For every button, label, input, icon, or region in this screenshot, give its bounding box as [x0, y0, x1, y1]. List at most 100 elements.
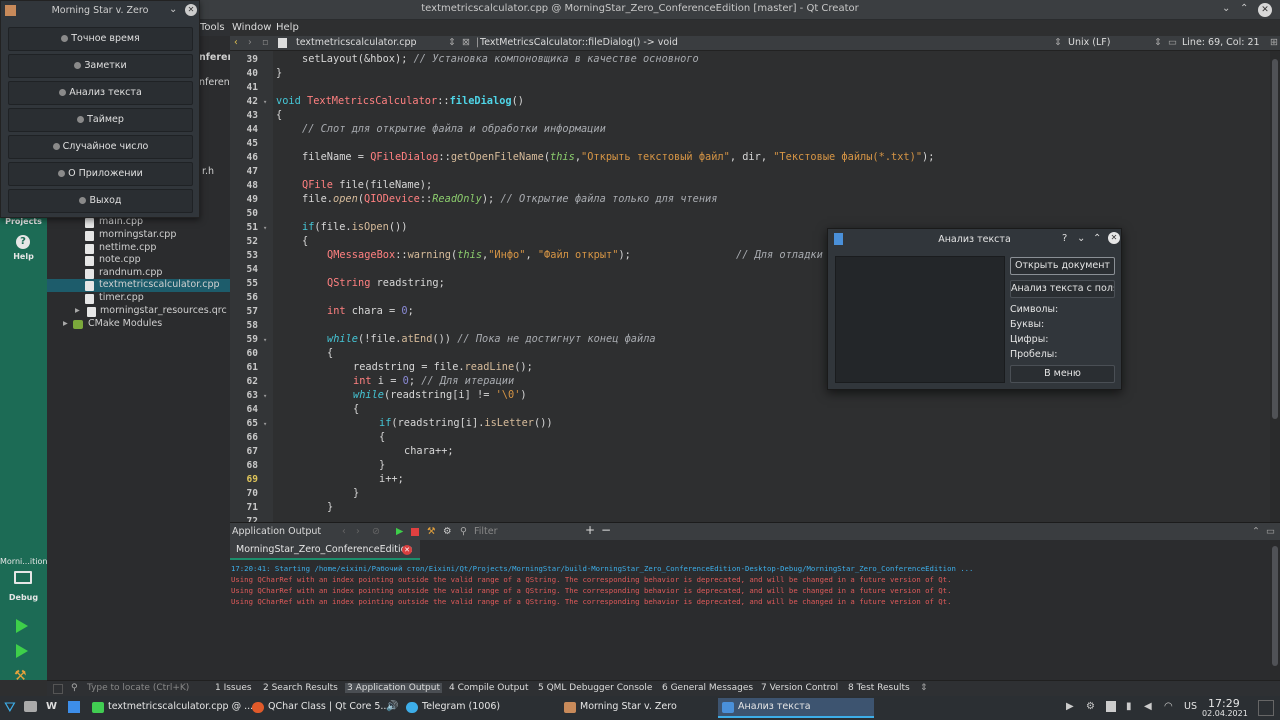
output-tab[interactable]: MorningStar_Zero_ConferenceEdition ✕ — [230, 540, 420, 560]
minimize-icon[interactable]: ⌄ — [169, 4, 177, 15]
tree-partial-1[interactable]: nferenceE — [199, 52, 253, 65]
help-icon[interactable]: ? — [16, 235, 30, 249]
text-analysis-button[interactable]: Анализ текста — [8, 81, 193, 105]
next-icon[interactable]: › — [356, 526, 360, 537]
menu-tools[interactable]: Tools — [200, 22, 225, 33]
tree-cmake-row[interactable]: ▸ CMake Modules — [47, 318, 230, 331]
zoom-out-icon[interactable]: − — [601, 523, 611, 537]
task-qt-docs[interactable]: QChar Class | Qt Core 5.... — [248, 698, 392, 718]
line-ending-dropdown-icon[interactable]: ⇕ — [1154, 37, 1162, 48]
settings-icon[interactable]: ⚙ — [443, 526, 452, 537]
close-pane-icon[interactable]: ▭ — [1266, 526, 1275, 537]
file-selector[interactable]: textmetricscalculator.cpp — [296, 37, 417, 48]
analyze-text-button[interactable]: Анализ текста с поля — [1010, 280, 1115, 298]
minimize-icon[interactable]: ⌄ — [1222, 3, 1230, 14]
scrollbar-thumb[interactable] — [1272, 546, 1278, 666]
exit-button[interactable]: Выход — [8, 189, 193, 213]
clock-date[interactable]: 02.04.2021 — [1202, 709, 1248, 718]
status-tab-test-results[interactable]: 8 Test Results — [848, 683, 910, 693]
task-telegram[interactable]: Telegram (1006) — [402, 698, 558, 718]
file-dropdown-icon[interactable]: ⇕ — [448, 37, 456, 48]
build-icon[interactable]: ⚒ — [14, 668, 30, 684]
status-tab-search-results[interactable]: 2 Search Results — [263, 683, 338, 693]
tree-partial-2[interactable]: nferenceEd — [199, 77, 253, 90]
minimize-icon[interactable]: ⌄ — [1077, 233, 1085, 244]
prev-icon[interactable]: ‹ — [342, 526, 346, 537]
exact-time-button[interactable]: Точное время — [8, 27, 193, 51]
maximize-pane-icon[interactable]: ⌃ — [1252, 526, 1260, 537]
output-scrollbar[interactable] — [1270, 540, 1280, 680]
menu-window[interactable]: Window — [232, 22, 271, 33]
menu-help[interactable]: Help — [276, 22, 299, 33]
maximize-icon[interactable]: ⌃ — [1093, 233, 1101, 244]
vscode-icon[interactable] — [68, 701, 80, 713]
keyboard-layout[interactable]: US — [1184, 701, 1197, 712]
monitor-icon[interactable] — [14, 571, 32, 584]
status-tab-issues[interactable]: 1 Issues — [215, 683, 252, 693]
tree-resources-row[interactable]: ▸ morningstar_resources.qrc — [47, 305, 230, 318]
zoom-in-icon[interactable]: + — [585, 523, 595, 537]
scrollbar-thumb[interactable] — [1272, 59, 1278, 419]
symbol-dropdown-icon[interactable]: ⇕ — [1054, 37, 1062, 48]
kit-name[interactable]: Morni...ition — [0, 557, 47, 566]
split-editor-icon[interactable]: ⊞ — [1270, 37, 1278, 48]
network-icon[interactable]: ⚙ — [1086, 701, 1095, 712]
task-morningstar[interactable]: Morning Star v. Zero — [560, 698, 714, 718]
task-text-analysis[interactable]: Анализ текста — [718, 698, 874, 718]
tree-file-row[interactable]: morningstar.cpp — [47, 229, 230, 242]
tree-file-row[interactable]: timer.cpp — [47, 292, 230, 305]
fold-marker-icon[interactable]: ▾ — [263, 98, 267, 106]
status-tab-application-output[interactable]: 3 Application Output — [345, 683, 442, 693]
editor-scrollbar[interactable] — [1270, 51, 1280, 522]
media-icon[interactable]: ▶ — [1066, 701, 1074, 712]
tree-partial-3[interactable]: r.h — [202, 166, 230, 179]
close-icon[interactable]: ✕ — [1258, 3, 1272, 17]
rerun-icon[interactable]: ▶ — [396, 526, 403, 537]
discord-icon[interactable] — [24, 701, 37, 712]
help-icon[interactable]: ? — [1062, 233, 1067, 244]
line-ending-selector[interactable]: Unix (LF) — [1068, 37, 1110, 48]
attach-icon[interactable]: ⚒ — [427, 526, 436, 537]
fold-marker-icon[interactable]: ▾ — [263, 392, 267, 400]
task-qtcreator[interactable]: textmetricscalculator.cpp @ ... — [88, 698, 253, 718]
clear-icon[interactable]: ⊘ — [372, 526, 380, 537]
locator-input[interactable]: Type to locate (Ctrl+K) — [87, 683, 189, 693]
status-tab-qml-debugger[interactable]: 5 QML Debugger Console — [538, 683, 652, 693]
text-input-area[interactable] — [835, 256, 1005, 383]
status-tab-general-messages[interactable]: 6 General Messages — [662, 683, 753, 693]
back-icon[interactable]: ‹ — [234, 37, 238, 48]
output-body[interactable]: 17:20:41: Starting /home/eixini/Рабочий … — [230, 560, 1280, 680]
audio-icon[interactable]: 🔊 — [386, 701, 398, 712]
open-document-button[interactable]: Открыть документ — [1010, 257, 1115, 275]
status-tab-compile-output[interactable]: 4 Compile Output — [449, 683, 529, 693]
close-icon[interactable]: ✕ — [185, 4, 197, 16]
cursor-position[interactable]: Line: 69, Col: 21 — [1182, 37, 1260, 48]
filter-input[interactable]: Filter — [474, 526, 498, 537]
battery-icon[interactable]: ▮ — [1126, 701, 1132, 712]
run-icon[interactable] — [16, 619, 28, 633]
debug-run-icon[interactable] — [16, 644, 28, 658]
wifi-icon[interactable]: ◠ — [1164, 701, 1173, 712]
timer-button[interactable]: Таймер — [8, 108, 193, 132]
about-button[interactable]: О Приложении — [8, 162, 193, 186]
status-tab-version-control[interactable]: 7 Version Control — [761, 683, 838, 693]
notes-button[interactable]: Заметки — [8, 54, 193, 78]
random-number-button[interactable]: Случайное число — [8, 135, 193, 159]
mode-projects[interactable]: Projects — [0, 217, 47, 226]
tree-file-row-selected[interactable]: textmetricscalculator.cpp — [47, 279, 230, 292]
maximize-icon[interactable]: ⌃ — [1240, 3, 1248, 14]
back-to-menu-button[interactable]: В меню — [1010, 365, 1115, 383]
show-desktop-icon[interactable] — [1258, 700, 1274, 716]
tree-file-row[interactable]: note.cpp — [47, 254, 230, 267]
clipboard-icon[interactable] — [1106, 701, 1116, 712]
close-icon[interactable]: ✕ — [1108, 232, 1120, 244]
stop-icon[interactable] — [411, 528, 419, 536]
app-icon[interactable]: W — [46, 701, 57, 712]
mode-help[interactable]: Help — [0, 252, 47, 261]
more-tabs-icon[interactable]: ⇕ — [920, 683, 928, 693]
symbol-selector[interactable]: TextMetricsCalculator::fileDialog() -> v… — [480, 37, 678, 48]
volume-icon[interactable]: ◀ — [1144, 701, 1152, 712]
close-tab-icon[interactable]: ✕ — [402, 545, 412, 555]
toggle-sidebar-icon[interactable] — [53, 684, 63, 694]
close-file-icon[interactable]: ⊠ — [462, 37, 470, 48]
